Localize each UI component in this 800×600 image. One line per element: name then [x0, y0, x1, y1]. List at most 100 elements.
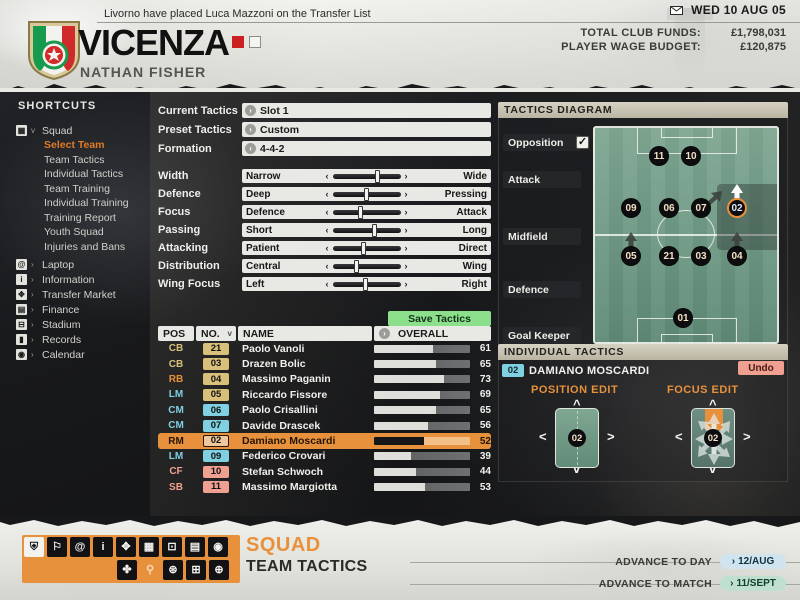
table-row[interactable]: RB 04 Massimo Paganin 73: [158, 372, 491, 387]
sidebar-item-transfer-market[interactable]: ✥ › Transfer Market: [14, 287, 146, 302]
info-icon[interactable]: i: [93, 537, 113, 557]
sidebar-item-injuries-bans[interactable]: Injuries and Bans: [14, 240, 146, 255]
slider-track-focus[interactable]: ‹ ›: [304, 205, 429, 219]
plus-icon[interactable]: ⊕: [209, 560, 229, 580]
slider-track-distribution[interactable]: ‹ ›: [304, 259, 429, 273]
sidebar-item-team-training[interactable]: Team Training: [14, 182, 146, 197]
pitch-player-marker[interactable]: 10: [681, 146, 701, 166]
table-row[interactable]: CM 07 Davide Drascek 56: [158, 418, 491, 433]
stadium-icon[interactable]: ⊡: [162, 537, 182, 557]
column-header-pos[interactable]: POS: [158, 326, 194, 341]
column-header-no[interactable]: NO. v: [196, 326, 236, 341]
slider-increase-icon[interactable]: ›: [405, 189, 408, 199]
slider-track-wing-focus[interactable]: ‹ ›: [304, 277, 429, 291]
table-row[interactable]: LM 05 Riccardo Fissore 69: [158, 387, 491, 402]
slider-bar-defence[interactable]: [332, 187, 401, 201]
pitch-player-marker[interactable]: 09: [621, 198, 641, 218]
position-right-icon[interactable]: >: [607, 430, 615, 443]
slider-increase-icon[interactable]: ›: [405, 207, 408, 217]
sidebar-item-calendar[interactable]: ◉ › Calendar: [14, 347, 146, 362]
pitch-player-marker[interactable]: 04: [727, 246, 747, 266]
slider-increase-icon[interactable]: ›: [405, 171, 408, 181]
slider-track-attacking[interactable]: ‹ ›: [304, 241, 429, 255]
slider-attacking[interactable]: Patient ‹ › Direct: [242, 241, 491, 255]
slider-decrease-icon[interactable]: ‹: [326, 243, 329, 253]
save-tactics-button[interactable]: Save Tactics: [388, 311, 491, 326]
pitch-player-marker[interactable]: 07: [691, 198, 711, 218]
sidebar-item-laptop[interactable]: @ › Laptop: [14, 257, 146, 272]
sidebar-item-information[interactable]: i › Information: [14, 272, 146, 287]
pitch[interactable]: 11 10 09 06 07 02 05 21 03 04 01: [593, 126, 779, 344]
tactics-icon[interactable]: ⊞: [186, 560, 206, 580]
slider-knob-width[interactable]: [375, 169, 381, 183]
table-row[interactable]: CM 06 Paolo Crisallini 65: [158, 403, 491, 418]
slider-track-width[interactable]: ‹ ›: [304, 169, 429, 183]
slider-bar-focus[interactable]: [332, 205, 401, 219]
slider-bar-wing-focus[interactable]: [332, 277, 401, 291]
slider-knob-distribution[interactable]: [353, 259, 359, 273]
transfer-icon[interactable]: ✥: [116, 537, 136, 557]
slider-knob-wing-focus[interactable]: [362, 277, 368, 291]
preset-tactics-dropdown[interactable]: › Custom: [242, 122, 491, 137]
slider-decrease-icon[interactable]: ‹: [326, 261, 329, 271]
sidebar-item-select-team[interactable]: Select Team: [14, 138, 146, 153]
pitch-icon[interactable]: ⚐: [47, 537, 67, 557]
table-row[interactable]: CF 10 Stefan Schwoch 44: [158, 464, 491, 479]
advance-day-button[interactable]: › 12/AUG: [720, 554, 786, 569]
pitch-player-marker[interactable]: 21: [659, 246, 679, 266]
pitch-player-marker[interactable]: 02: [727, 198, 747, 218]
table-row[interactable]: LM 09 Federico Crovari 39: [158, 449, 491, 464]
advance-to-day-row[interactable]: ADVANCE TO DAY › 12/AUG: [615, 554, 786, 569]
calendar-icon[interactable]: ◉: [208, 537, 228, 557]
slider-knob-focus[interactable]: [357, 205, 363, 219]
advance-match-button[interactable]: › 11/SEPT: [720, 576, 786, 591]
grid-icon[interactable]: ▦: [139, 537, 159, 557]
sidebar-item-records[interactable]: ▮ › Records: [14, 332, 146, 347]
slider-decrease-icon[interactable]: ‹: [326, 207, 329, 217]
position-edit-widget[interactable]: ^ v < > 02: [535, 398, 619, 476]
slider-track-passing[interactable]: ‹ ›: [304, 223, 429, 237]
slider-decrease-icon[interactable]: ‹: [326, 189, 329, 199]
slider-passing[interactable]: Short ‹ › Long: [242, 223, 491, 237]
sidebar-item-squad[interactable]: ▦ v Squad: [14, 123, 146, 138]
sidebar-item-finance[interactable]: ▤ › Finance: [14, 302, 146, 317]
sidebar-item-stadium[interactable]: ⊟ › Stadium: [14, 317, 146, 332]
slider-increase-icon[interactable]: ›: [405, 261, 408, 271]
pitch-player-marker[interactable]: 06: [659, 198, 679, 218]
position-left-icon[interactable]: <: [539, 430, 547, 443]
sidebar-item-individual-tactics[interactable]: Individual Tactics: [14, 167, 146, 182]
formation-dropdown[interactable]: › 4-4-2: [242, 141, 491, 156]
slider-track-defence[interactable]: ‹ ›: [304, 187, 429, 201]
slider-bar-passing[interactable]: [332, 223, 401, 237]
focus-edit-widget[interactable]: ^ v < > 02: [671, 398, 755, 476]
slider-increase-icon[interactable]: ›: [405, 279, 408, 289]
slider-decrease-icon[interactable]: ‹: [326, 171, 329, 181]
undo-button[interactable]: Undo: [738, 361, 784, 375]
pitch-player-marker[interactable]: 11: [649, 146, 669, 166]
boot-icon[interactable]: ⚲: [140, 560, 160, 580]
column-header-name[interactable]: NAME: [238, 326, 372, 341]
slider-knob-passing[interactable]: [371, 223, 377, 237]
current-tactics-dropdown[interactable]: › Slot 1: [242, 103, 491, 118]
table-row[interactable]: CB 21 Paolo Vanoli 61: [158, 341, 491, 356]
sidebar-item-youth-squad[interactable]: Youth Squad: [14, 225, 146, 240]
slider-bar-attacking[interactable]: [332, 241, 401, 255]
column-header-overall[interactable]: › OVERALL: [374, 326, 491, 341]
advance-to-match-row[interactable]: ADVANCE TO MATCH › 11/SEPT: [599, 576, 786, 591]
slider-bar-width[interactable]: [332, 169, 401, 183]
slider-bar-distribution[interactable]: [332, 259, 401, 273]
slider-knob-attacking[interactable]: [361, 241, 367, 255]
table-row[interactable]: CB 03 Drazen Bolic 65: [158, 356, 491, 371]
slider-decrease-icon[interactable]: ‹: [326, 279, 329, 289]
pitch-player-marker[interactable]: 03: [691, 246, 711, 266]
focus-left-icon[interactable]: <: [675, 430, 683, 443]
slider-width[interactable]: Narrow ‹ › Wide: [242, 169, 491, 183]
slider-focus[interactable]: Defence ‹ › Attack: [242, 205, 491, 219]
sidebar-item-training-report[interactable]: Training Report: [14, 211, 146, 226]
at-icon[interactable]: @: [70, 537, 90, 557]
whistle-icon[interactable]: ⊛: [163, 560, 183, 580]
focus-right-icon[interactable]: >: [743, 430, 751, 443]
envelope-icon[interactable]: [669, 6, 683, 15]
table-row[interactable]: SB 11 Massimo Margiotta 53: [158, 480, 491, 495]
sidebar-item-individual-training[interactable]: Individual Training: [14, 196, 146, 211]
